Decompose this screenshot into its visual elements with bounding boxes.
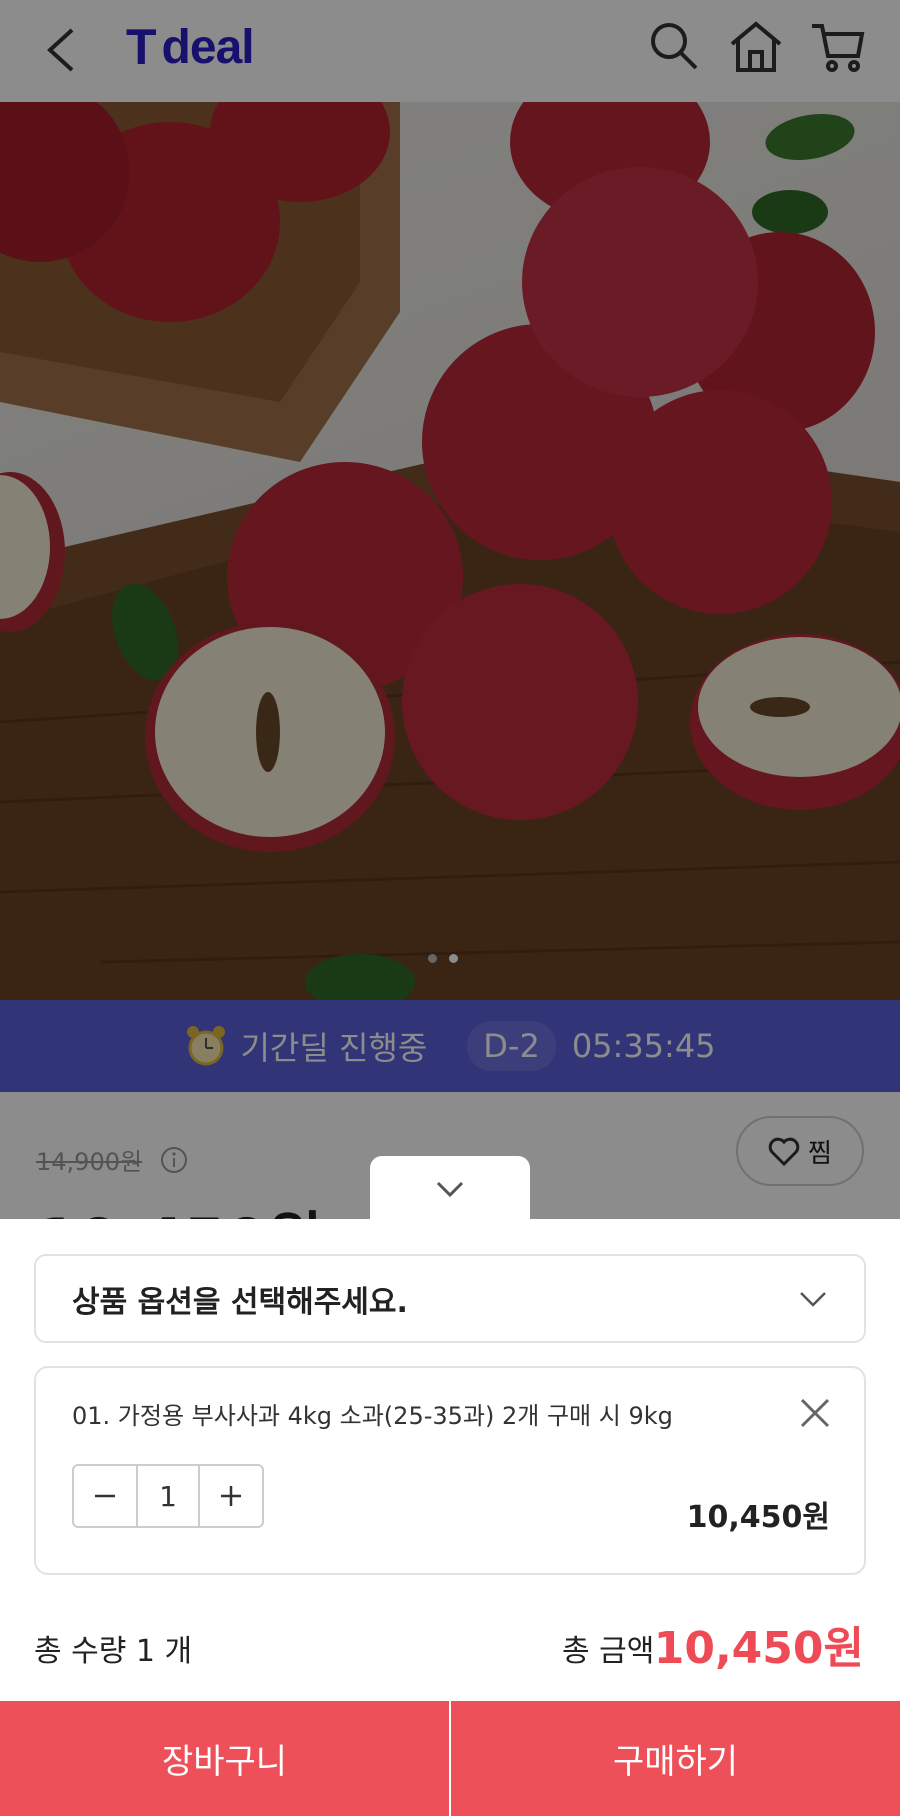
minus-icon [95, 1494, 115, 1498]
purchase-footer: 장바구니 구매하기 [0, 1701, 900, 1816]
decrease-button[interactable] [74, 1466, 136, 1526]
total-quantity: 총 수량 1 개 [34, 1634, 193, 1669]
sheet-collapse-button[interactable] [370, 1156, 530, 1222]
selected-option-card: 01. 가정용 부사사과 4kg 소과(25-35과) 2개 구매 시 9kg … [34, 1366, 866, 1575]
quantity-value[interactable]: 1 [136, 1466, 200, 1526]
close-icon[interactable] [798, 1396, 832, 1430]
option-name: 01. 가정용 부사사과 4kg 소과(25-35과) 2개 구매 시 9kg [72, 1402, 673, 1430]
quantity-stepper: 1 [72, 1464, 264, 1528]
option-price: 10,450원 [686, 1500, 830, 1535]
increase-button[interactable] [200, 1466, 262, 1526]
plus-icon [221, 1486, 241, 1506]
option-select[interactable]: 상품 옵션을 선택해주세요. [34, 1254, 866, 1343]
add-to-cart-button[interactable]: 장바구니 [0, 1701, 449, 1816]
total-price: 10,450원 [653, 1623, 864, 1674]
option-select-label: 상품 옵션을 선택해주세요. [72, 1284, 408, 1320]
total-label: 총 금액 [562, 1634, 655, 1669]
chevron-down-icon [800, 1291, 826, 1307]
chevron-down-icon [436, 1181, 464, 1198]
buy-now-button[interactable]: 구매하기 [449, 1701, 900, 1816]
